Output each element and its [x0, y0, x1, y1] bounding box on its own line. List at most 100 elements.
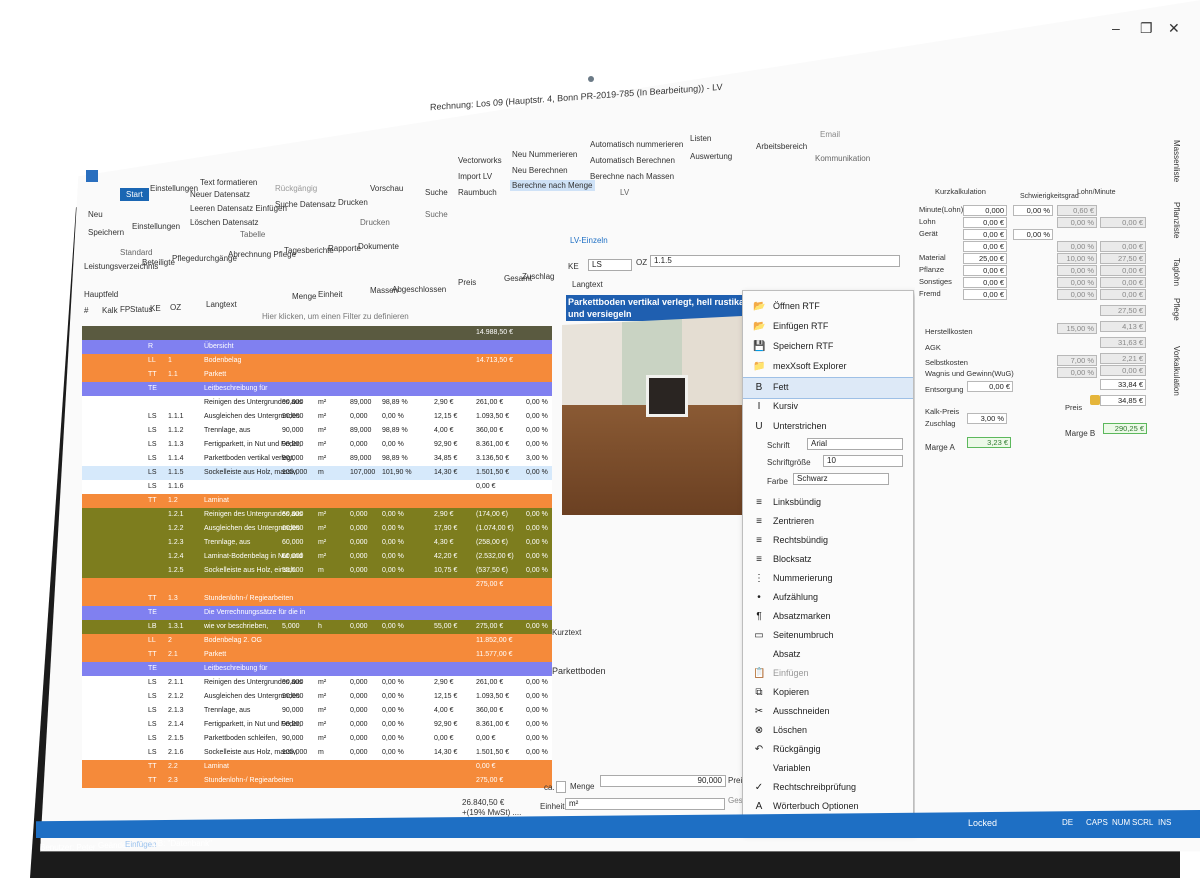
- auswertung-button[interactable]: Auswertung: [690, 152, 732, 161]
- ke-select[interactable]: LS: [588, 259, 632, 271]
- col-einheit[interactable]: Einheit: [318, 290, 342, 299]
- menu-item[interactable]: ✓ Rechtschreibprüfung: [743, 778, 913, 798]
- ca-checkbox[interactable]: [556, 781, 566, 793]
- menu-item[interactable]: ↶ Rückgängig: [743, 740, 913, 760]
- import-lv-button[interactable]: Import LV: [458, 172, 492, 181]
- tab-beteiligte[interactable]: Beteiligte: [142, 258, 175, 267]
- listen-button[interactable]: Listen: [690, 134, 711, 143]
- oz-field[interactable]: 1.1.5: [650, 255, 900, 267]
- leeren-datensatz-button[interactable]: Leeren Datensatz Einfügen: [190, 204, 287, 213]
- tab-dokumente[interactable]: Dokumente: [358, 242, 399, 251]
- neu-button[interactable]: Neu: [88, 210, 103, 219]
- table-row[interactable]: LS 1.1.5 Sockelleiste aus Holz, massiv, 105…: [82, 466, 552, 481]
- side-tab-massenliste[interactable]: Massenliste: [1172, 140, 1181, 182]
- col-preis[interactable]: Preis: [458, 278, 476, 287]
- table-row[interactable]: LS 2.1.3 Trennlage, aus 90,000 m² 0,000 0,00 %…: [82, 704, 552, 719]
- menu-item[interactable]: ¶ Absatzmarken: [743, 607, 913, 627]
- table-row[interactable]: TE Leitbeschreibung für: [82, 382, 552, 396]
- calc-row-value[interactable]: 0,00 €: [963, 265, 1007, 276]
- table-row[interactable]: TT 1.2 Laminat: [82, 494, 552, 508]
- side-tab-taglohn[interactable]: Taglohn: [1172, 258, 1181, 286]
- suche-datensatz-button[interactable]: Suche Datensatz: [275, 200, 336, 209]
- maximize-button[interactable]: ❐: [1140, 20, 1153, 37]
- table-row[interactable]: 1.2.3 Trennlage, aus 60,000 m² 0,000 0,00 % 4,…: [82, 536, 552, 550]
- arbeitsbereich-button[interactable]: Arbeitsbereich: [756, 142, 807, 151]
- table-row[interactable]: LS 2.1.5 Parkettboden schleifen, 90,000 m² 0,…: [82, 732, 552, 747]
- groesse-select[interactable]: 10: [823, 455, 903, 467]
- entsorgung-field[interactable]: 0,00 €: [967, 381, 1013, 392]
- table-row[interactable]: TE Leitbeschreibung für: [82, 662, 552, 676]
- vectorworks-button[interactable]: Vectorworks: [458, 156, 502, 165]
- rueckgaengig-button[interactable]: Rückgängig: [275, 184, 317, 193]
- vorschau-button[interactable]: Vorschau: [370, 184, 403, 193]
- menu-item[interactable]: 💾 Speichern RTF: [743, 337, 913, 357]
- menu-item[interactable]: I Kursiv: [743, 397, 913, 417]
- speichern-button[interactable]: Speichern: [88, 228, 124, 237]
- neu-nummerieren-button[interactable]: Neu Nummerieren: [512, 150, 577, 159]
- menu-item[interactable]: 📋 Einfügen: [743, 664, 913, 684]
- loeschen-datensatz-button[interactable]: Löschen Datensatz: [190, 218, 259, 227]
- table-row[interactable]: LS 1.1.3 Fertigparkett, in Nut und Feder, 9…: [82, 438, 552, 453]
- col-langtext[interactable]: Langtext: [206, 300, 237, 309]
- table-row[interactable]: LS 1.1.4 Parkettboden vertikal verlegt, 90,…: [82, 452, 552, 467]
- menu-item[interactable]: ▭ Seitenumbruch: [743, 626, 913, 646]
- menge-field[interactable]: 90,000: [600, 775, 726, 787]
- einheit-select[interactable]: m²: [565, 798, 725, 810]
- app-menu-icon[interactable]: [86, 170, 98, 182]
- menu-item[interactable]: 📁 mexXsoft Explorer: [743, 357, 913, 377]
- table-row[interactable]: LS 2.1.2 Ausgleichen des Untergrundes 90,00…: [82, 690, 552, 705]
- table-row[interactable]: LB 1.3.1 wie vor beschrieben, 5,000 h 0,000 0,…: [82, 620, 552, 634]
- col-fp[interactable]: FP: [120, 305, 130, 314]
- auto-berechnen-button[interactable]: Automatisch Berechnen: [590, 156, 675, 165]
- table-row[interactable]: LL 2 Bodenbelag 2. OG 11.852,00 €: [82, 634, 552, 648]
- menu-item[interactable]: ✂ Ausschneiden: [743, 702, 913, 722]
- neu-berechnen-button[interactable]: Neu Berechnen: [512, 166, 568, 175]
- menu-item[interactable]: B Fett: [743, 377, 913, 399]
- calc-row-value[interactable]: 0,00 €: [963, 289, 1007, 300]
- menu-item[interactable]: ≡ Zentrieren: [743, 512, 913, 532]
- col-hash[interactable]: #: [84, 306, 88, 315]
- calc-row-value[interactable]: 0,00 €: [963, 277, 1007, 288]
- menu-item[interactable]: U Unterstrichen: [743, 417, 913, 437]
- table-row[interactable]: R Übersicht: [82, 340, 552, 354]
- menu-item[interactable]: Absatz: [743, 645, 913, 665]
- table-row[interactable]: LS 2.1.1 Reinigen des Untergrundes aus 90,0…: [82, 676, 552, 691]
- raumbuch-button[interactable]: Raumbuch: [458, 188, 497, 197]
- table-row[interactable]: 275,00 €: [82, 578, 552, 592]
- calc-row-value[interactable]: 0,00 €: [963, 229, 1007, 240]
- table-row[interactable]: LS 2.1.4 Fertigparkett, in Nut und Feder, 9…: [82, 718, 552, 733]
- table-row[interactable]: TT 2.1 Parkett 11.577,00 €: [82, 648, 552, 662]
- table-row[interactable]: LS 1.1.6 0,00 €: [82, 480, 552, 495]
- calc-row-value[interactable]: 25,00 €: [963, 253, 1007, 264]
- farbe-select[interactable]: Schwarz: [793, 473, 889, 485]
- berechne-nach-massen-button[interactable]: Berechne nach Massen: [590, 172, 674, 181]
- suche-button[interactable]: Suche: [425, 188, 448, 197]
- calc-row-value[interactable]: 0,00 €: [963, 217, 1007, 228]
- auto-nummerieren-button[interactable]: Automatisch nummerieren: [590, 140, 683, 149]
- selbst-pct[interactable]: 7,00 %: [1057, 355, 1097, 366]
- menu-item[interactable]: ⋮ Nummerierung: [743, 569, 913, 589]
- col-ke[interactable]: KE: [150, 304, 161, 313]
- zuschlag-field[interactable]: 3,00 %: [967, 413, 1007, 424]
- menu-item[interactable]: ≡ Linksbündig: [743, 493, 913, 513]
- menu-item[interactable]: Variablen: [743, 759, 913, 779]
- tab-rapporte[interactable]: Rapporte: [328, 244, 361, 253]
- menu-item[interactable]: ≡ Rechtsbündig: [743, 531, 913, 551]
- table-row[interactable]: 1.2.2 Ausgleichen des Untergrundes 60,000 m…: [82, 522, 552, 536]
- table-row[interactable]: TT 1.3 Stundenlohn-/ Regiearbeiten: [82, 592, 552, 606]
- preis-field-calc[interactable]: 34,85 €: [1100, 395, 1146, 406]
- table-row[interactable]: TT 2.2 Laminat 0,00 €: [82, 760, 552, 774]
- calc-row-value[interactable]: 0,00 €: [963, 241, 1007, 252]
- close-button[interactable]: ✕: [1168, 20, 1180, 37]
- side-tab-pflanzliste[interactable]: Pflanzliste: [1172, 202, 1181, 238]
- filter-hint[interactable]: Hier klicken, um einen Filter zu definie…: [262, 312, 409, 321]
- menu-item[interactable]: 📂 Einfügen RTF: [743, 317, 913, 337]
- tab-start[interactable]: Start: [120, 188, 149, 201]
- lock-icon[interactable]: [1090, 395, 1100, 405]
- calc-row-pct[interactable]: 0,00 %: [1013, 205, 1053, 216]
- col-kalk[interactable]: Kalk: [102, 306, 118, 315]
- col-menge[interactable]: Menge: [292, 292, 316, 301]
- col-oz[interactable]: OZ: [170, 303, 181, 312]
- menu-item[interactable]: 📂 Öffnen RTF: [743, 297, 913, 317]
- table-row[interactable]: 1.2.1 Reinigen des Untergrundes aus 60,000…: [82, 508, 552, 522]
